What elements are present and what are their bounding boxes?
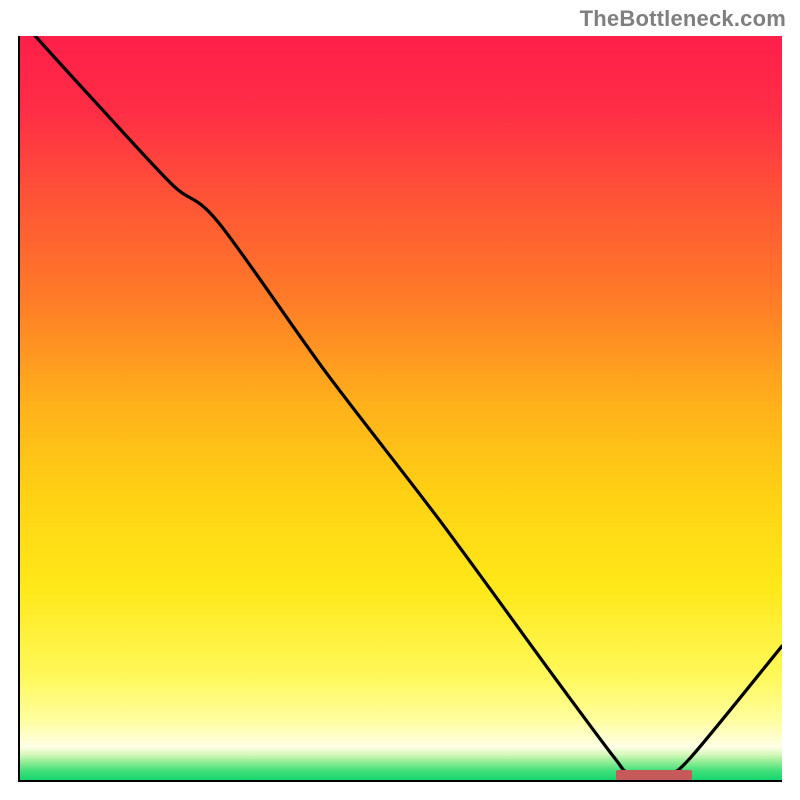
- curve-layer: [20, 36, 782, 780]
- curve-path: [35, 36, 782, 774]
- chart-stage: TheBottleneck.com: [0, 0, 800, 800]
- marker-bar: [616, 770, 692, 780]
- watermark-text: TheBottleneck.com: [580, 6, 786, 32]
- plot-area: [18, 36, 782, 782]
